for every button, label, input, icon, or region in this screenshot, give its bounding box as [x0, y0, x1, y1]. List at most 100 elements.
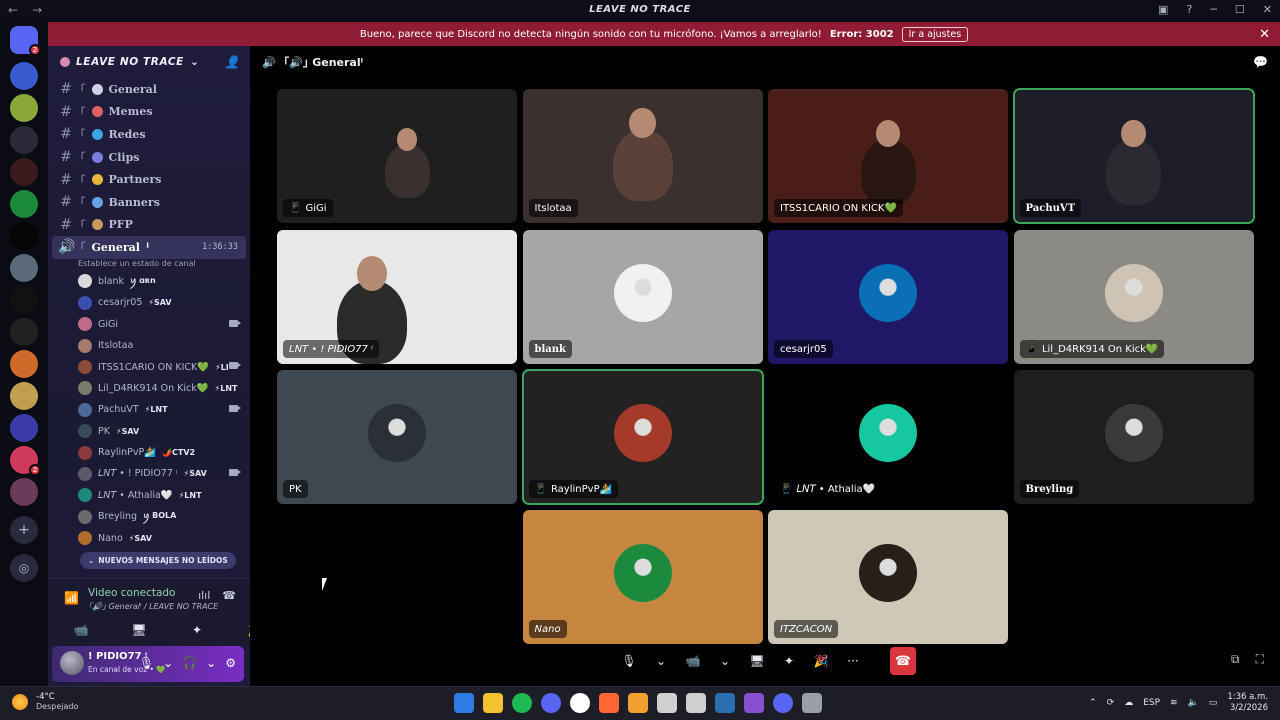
noise-suppression-icon[interactable]: ılıl — [198, 589, 210, 602]
steam-icon[interactable] — [715, 693, 735, 713]
wifi-icon[interactable]: ≋ — [1170, 698, 1178, 708]
discord-home-icon[interactable]: 2 — [10, 26, 41, 56]
participant-tile[interactable]: PachuVT — [1012, 88, 1255, 224]
close-window-button[interactable]: ✕ — [1263, 3, 1272, 16]
close-notice-icon[interactable]: ✕ — [1259, 27, 1270, 42]
voice-member[interactable]: cesarjr05 ⚡SAV — [48, 292, 250, 313]
gear-icon[interactable]: ⚙ — [225, 656, 236, 670]
channel-item[interactable]: # ｢ Banners — [48, 191, 250, 214]
voice-member[interactable]: PK ⚡SAV — [48, 420, 250, 441]
server-icon[interactable] — [10, 414, 38, 442]
volume-icon[interactable]: 🔈 — [1188, 698, 1199, 708]
participant-tile[interactable]: blank — [522, 230, 763, 364]
server-icon[interactable] — [10, 254, 38, 282]
voice-member[interactable]: RaylinPvP🏄 🌶️CTV2 — [48, 442, 250, 463]
server-header[interactable]: LEAVE NO TRACE ⌄ 👤 — [48, 46, 250, 78]
camera-options-button[interactable]: ⌄ — [712, 647, 738, 675]
voice-member[interactable]: GiGi — [48, 314, 250, 335]
participant-tile[interactable]: PK — [277, 370, 517, 504]
participant-tile[interactable]: 📱 𝘓𝘕𝘛 • Athalia🤍 — [768, 370, 1008, 504]
app-icon[interactable] — [686, 693, 706, 713]
camera-button[interactable]: 📹 — [680, 647, 706, 675]
server-icon[interactable] — [10, 62, 38, 90]
chevron-down-icon[interactable]: ⌄ — [206, 656, 216, 670]
server-icon[interactable] — [10, 382, 38, 410]
signal-icon[interactable]: 📶 — [64, 591, 79, 605]
voice-member[interactable]: Itslotaa — [48, 335, 250, 356]
avatar[interactable] — [60, 651, 84, 675]
app-icon[interactable] — [744, 693, 764, 713]
voice-member[interactable]: Lil_D4RK914 On Kick💚 ⚡LNT — [48, 378, 250, 399]
tray-icon[interactable]: ☁ — [1124, 698, 1133, 708]
server-icon[interactable] — [10, 158, 38, 186]
voice-member[interactable]: blank ꪗ ɑʀn — [48, 271, 250, 292]
participant-tile[interactable]: ITZCACON — [768, 510, 1008, 644]
screen-share-button[interactable]: 🖥 — [114, 619, 164, 641]
microphone-options-button[interactable]: ⌄ — [648, 647, 674, 675]
camera-button[interactable]: 📹 — [56, 619, 106, 641]
go-to-settings-button[interactable]: Ir a ajustes — [901, 26, 969, 42]
participant-tile[interactable]: Itslotaa — [522, 89, 763, 223]
participant-tile[interactable]: 📱 Lil_D4RK914 On Kick💚 — [1013, 230, 1254, 364]
participant-tile[interactable]: cesarjr05 — [768, 230, 1008, 364]
add-server-icon[interactable]: + — [10, 516, 38, 544]
activity-button[interactable]: ✦ — [776, 647, 802, 675]
app-icon[interactable] — [628, 693, 648, 713]
spotify-icon[interactable] — [512, 693, 532, 713]
channel-item[interactable]: # ｢ Clips — [48, 146, 250, 169]
channel-item[interactable]: # ｢ Memes — [48, 101, 250, 124]
chevron-up-icon[interactable]: ⌃ — [1089, 698, 1097, 708]
channel-item[interactable]: # ｢ Redes — [48, 123, 250, 146]
voice-member[interactable]: 𝘓𝘕𝘛 • ! PIDIO77 ᵎ ⚡SAV — [48, 463, 250, 484]
voice-member[interactable]: Breyling ꪗ BOLA — [48, 506, 250, 527]
language-indicator[interactable]: ESP — [1143, 698, 1160, 708]
leave-call-button[interactable]: ☎ — [890, 647, 916, 675]
server-icon[interactable] — [10, 350, 38, 378]
channel-item[interactable]: # ｢ Partners — [48, 168, 250, 191]
discord-icon[interactable] — [541, 693, 561, 713]
activity-button[interactable]: ✦ — [172, 619, 222, 641]
voice-connected-subtitle[interactable]: ｢🔊｣ Generalˡ / LEAVE NO TRACE — [88, 601, 218, 612]
file-explorer-icon[interactable] — [483, 693, 503, 713]
server-icon[interactable] — [10, 478, 38, 506]
maximize-button[interactable]: ☐ — [1235, 3, 1245, 16]
voice-channel-general[interactable]: 🔊 ｢ General ˡ 1:36:33 — [52, 236, 246, 259]
participant-tile[interactable]: Breyling — [1013, 370, 1254, 504]
voice-member[interactable]: ITSS1CARIO ON KICK💚 ⚡LI — [48, 356, 250, 377]
clock[interactable]: 1:36 a.m. 3/2/2026 — [1227, 692, 1268, 714]
soundboard-button[interactable]: 🎉 — [808, 647, 834, 675]
channel-item[interactable]: # ｢ PFP — [48, 214, 250, 237]
unread-messages-pill[interactable]: ⌄ NUEVOS MENSAJES NO LEÍDOS — [80, 552, 236, 569]
invite-icon[interactable]: 👤 — [224, 55, 240, 69]
server-icon[interactable]: 2 — [10, 446, 41, 476]
app-icon[interactable] — [657, 693, 677, 713]
chevron-down-icon[interactable]: ⌄ — [163, 656, 173, 670]
fullscreen-icon[interactable]: ⛶ — [1256, 652, 1264, 667]
participant-tile[interactable]: 📱 RaylinPvP🏄 — [521, 369, 764, 505]
channel-status[interactable]: Establece un estado de canal — [48, 259, 250, 271]
more-options-button[interactable]: ··· — [840, 647, 866, 675]
weather-widget[interactable]: -4°C Despejado — [12, 692, 78, 711]
popout-icon[interactable]: ⧉ — [1231, 652, 1240, 667]
server-icon[interactable] — [10, 318, 38, 346]
microphone-button[interactable]: 🎙 — [616, 647, 642, 675]
server-icon[interactable] — [10, 190, 38, 218]
app-icon[interactable] — [570, 693, 590, 713]
participant-tile[interactable]: 📱 GiGi — [277, 89, 517, 223]
voice-member[interactable]: 𝘓𝘕𝘛 • Athalia🤍 ⚡LNT — [48, 485, 250, 506]
server-icon[interactable] — [10, 94, 38, 122]
participant-tile[interactable]: ITSS1CARIO ON KICK💚 — [768, 89, 1008, 223]
channel-item[interactable]: # ｢ General — [48, 78, 250, 101]
participant-tile[interactable]: 𝘓𝘕𝘛 • ! PIDIO77 ᵎ — [277, 230, 517, 364]
windows-start-icon[interactable] — [454, 693, 474, 713]
tray-icon[interactable]: ⟳ — [1107, 698, 1115, 708]
microphone-icon[interactable]: 🎙 — [139, 656, 154, 670]
headphones-icon[interactable]: 🎧 — [182, 656, 197, 670]
server-icon[interactable] — [10, 286, 38, 314]
voice-member[interactable]: Nano ⚡SAV — [48, 527, 250, 548]
battery-icon[interactable]: ▭ — [1209, 698, 1218, 708]
server-icon[interactable] — [10, 222, 38, 250]
participant-tile[interactable]: Nano — [522, 510, 763, 644]
inbox-icon[interactable]: ▣ — [1158, 3, 1168, 16]
settings-icon[interactable] — [802, 693, 822, 713]
